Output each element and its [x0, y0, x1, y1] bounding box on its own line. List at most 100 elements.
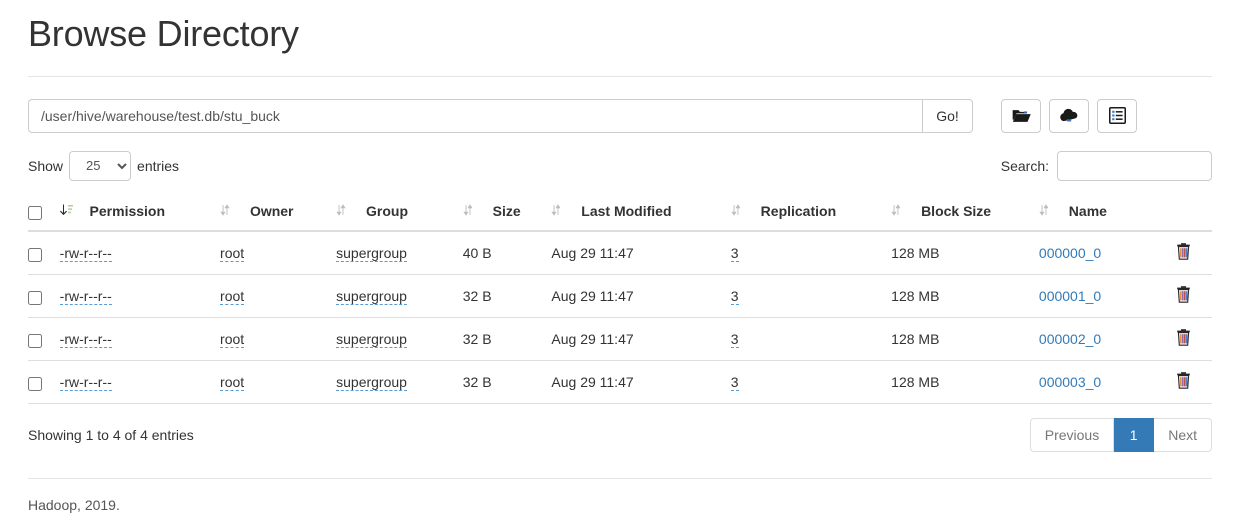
cell-actions [1165, 274, 1212, 319]
cell-last-modified: Aug 29 11:47 [551, 274, 731, 319]
table-body: -rw-r--r-- root supergroup 40 B Aug 29 1… [28, 231, 1212, 405]
search-input[interactable] [1057, 150, 1212, 181]
cell-permission: -rw-r--r-- [59, 274, 221, 319]
table-row: -rw-r--r-- root supergroup 32 B Aug 29 1… [28, 274, 1212, 319]
replication-value[interactable]: 3 [730, 374, 739, 392]
search-label: Search: [1000, 157, 1049, 174]
page-length-control: Show 25 entries [28, 150, 179, 181]
replication-value[interactable]: 3 [730, 245, 739, 263]
header-permission[interactable]: Permission [59, 194, 221, 233]
delete-button[interactable] [1176, 286, 1191, 306]
cell-group: supergroup [336, 274, 463, 319]
cell-last-modified: Aug 29 11:47 [551, 317, 731, 362]
header-owner-label: Owner [249, 202, 294, 219]
header-group[interactable]: Group [336, 194, 463, 233]
cell-name: 000003_0 [1038, 360, 1166, 405]
file-name-link[interactable]: 000003_0 [1039, 374, 1101, 390]
row-checkbox[interactable] [28, 333, 42, 348]
pagination-previous[interactable]: Previous [1029, 418, 1115, 453]
pagination-next[interactable]: Next [1154, 418, 1212, 453]
cell-size: 32 B [462, 317, 552, 362]
trash-icon [1176, 243, 1191, 264]
header-size[interactable]: Size [462, 194, 552, 233]
header-replication[interactable]: Replication [730, 194, 892, 233]
cell-permission: -rw-r--r-- [59, 360, 221, 405]
trash-icon [1176, 372, 1191, 393]
header-name[interactable]: Name [1038, 194, 1166, 233]
browse-directory-page: Browse Directory Go! [0, 14, 1240, 513]
create-directory-button[interactable] [1001, 98, 1041, 133]
header-block-size[interactable]: Block Size [891, 194, 1039, 233]
header-last-modified-label: Last Modified [581, 202, 672, 219]
trash-icon [1176, 286, 1191, 307]
cell-name: 000002_0 [1038, 317, 1166, 362]
sort-both-icon [731, 203, 745, 220]
permission-value[interactable]: -rw-r--r-- [59, 374, 112, 392]
group-value[interactable]: supergroup [336, 288, 407, 306]
header-actions [1165, 194, 1212, 233]
cell-block-size: 128 MB [891, 317, 1039, 362]
cell-owner: root [220, 317, 337, 362]
cell-size: 32 B [462, 274, 552, 319]
table-row: -rw-r--r-- root supergroup 40 B Aug 29 1… [28, 231, 1212, 276]
owner-value[interactable]: root [220, 245, 245, 263]
path-input-group: Go! [28, 98, 973, 133]
cell-replication: 3 [730, 360, 892, 405]
owner-value[interactable]: root [220, 331, 245, 349]
cell-permission: -rw-r--r-- [59, 231, 221, 276]
replication-value[interactable]: 3 [730, 288, 739, 306]
cell-group: supergroup [336, 231, 463, 276]
group-value[interactable]: supergroup [336, 245, 407, 263]
group-value[interactable]: supergroup [336, 374, 407, 392]
delete-button[interactable] [1176, 243, 1191, 263]
go-button[interactable]: Go! [922, 98, 973, 133]
pagination-page-1[interactable]: 1 [1114, 418, 1155, 453]
file-name-link[interactable]: 000002_0 [1039, 331, 1101, 347]
trash-icon [1176, 329, 1191, 350]
sort-both-icon [891, 203, 905, 220]
header-permission-label: Permission [89, 202, 166, 219]
cell-last-modified: Aug 29 11:47 [551, 360, 731, 405]
cut-paste-button[interactable] [1097, 98, 1137, 133]
header-size-label: Size [492, 202, 521, 219]
cell-owner: root [220, 274, 337, 319]
header-last-modified[interactable]: Last Modified [551, 194, 731, 233]
file-name-link[interactable]: 000000_0 [1039, 245, 1101, 261]
page-title: Browse Directory [28, 13, 299, 54]
sort-both-icon [336, 203, 350, 220]
upload-files-button[interactable] [1049, 98, 1089, 133]
cell-last-modified: Aug 29 11:47 [551, 231, 731, 276]
owner-value[interactable]: root [220, 288, 245, 306]
row-checkbox[interactable] [28, 247, 42, 262]
permission-value[interactable]: -rw-r--r-- [59, 288, 112, 306]
search-control: Search: [1000, 150, 1212, 181]
pagination: Previous 1 Next [1029, 418, 1212, 453]
footer-text: Hadoop, 2019. [28, 497, 120, 514]
header-owner[interactable]: Owner [220, 194, 337, 233]
page-length-select[interactable]: 25 [69, 150, 132, 181]
row-select-cell [28, 231, 60, 276]
row-select-cell [28, 317, 60, 362]
path-toolbar: Go! [28, 77, 1212, 133]
owner-value[interactable]: root [220, 374, 245, 392]
cell-block-size: 128 MB [891, 274, 1039, 319]
cell-name: 000000_0 [1038, 231, 1166, 276]
delete-button[interactable] [1176, 372, 1191, 392]
row-select-cell [28, 360, 60, 405]
sort-both-icon [463, 203, 477, 220]
path-input[interactable] [28, 98, 922, 133]
row-checkbox[interactable] [28, 290, 42, 305]
permission-value[interactable]: -rw-r--r-- [59, 245, 112, 263]
sort-both-icon [551, 203, 565, 220]
replication-value[interactable]: 3 [730, 331, 739, 349]
table-row: -rw-r--r-- root supergroup 32 B Aug 29 1… [28, 317, 1212, 362]
delete-button[interactable] [1176, 329, 1191, 349]
cell-actions [1165, 360, 1212, 405]
row-checkbox[interactable] [28, 376, 42, 391]
permission-value[interactable]: -rw-r--r-- [59, 331, 112, 349]
cell-size: 40 B [462, 231, 552, 276]
file-name-link[interactable]: 000001_0 [1039, 288, 1101, 304]
group-value[interactable]: supergroup [336, 331, 407, 349]
select-all-checkbox[interactable] [28, 206, 42, 221]
folder-open-icon [1012, 108, 1031, 124]
